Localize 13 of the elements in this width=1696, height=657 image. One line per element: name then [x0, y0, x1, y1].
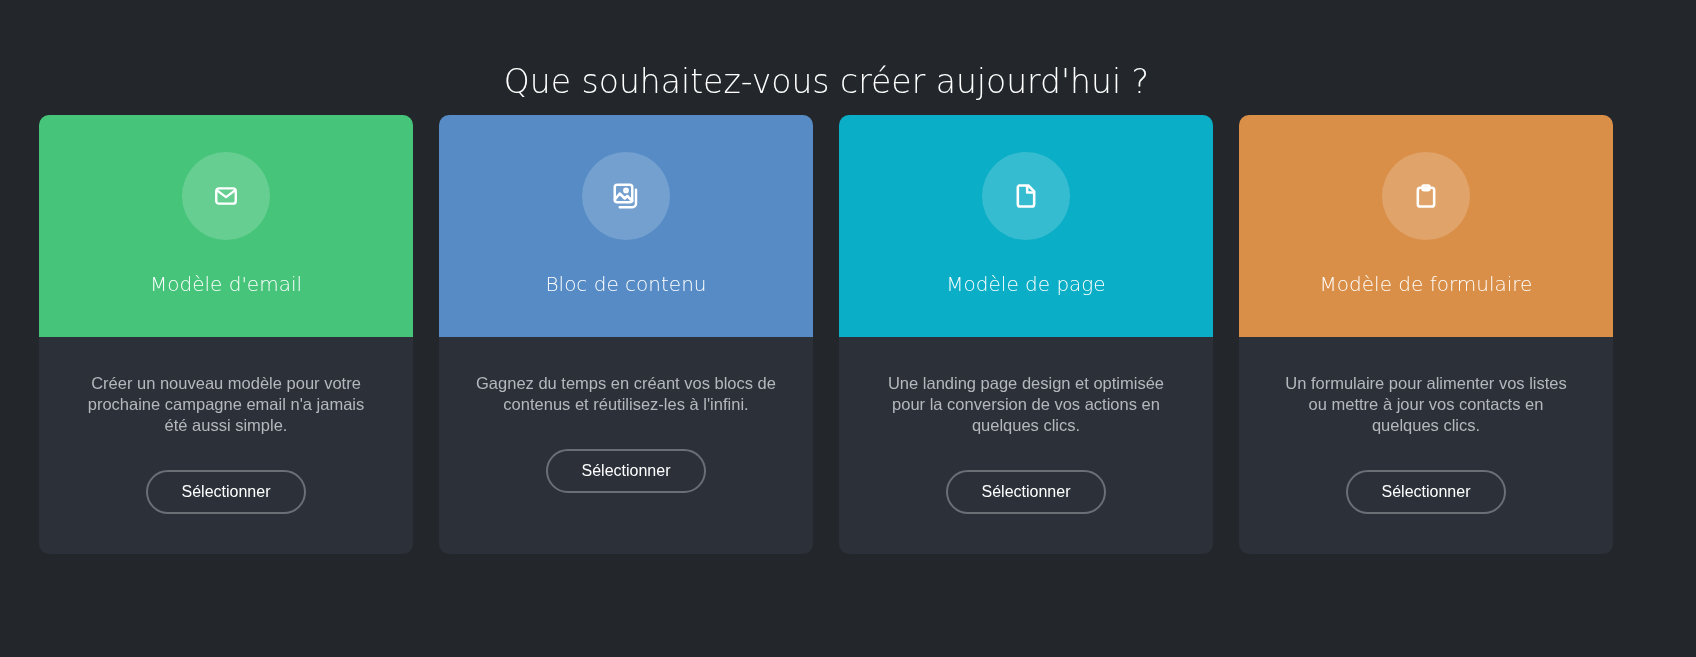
card-title: Modèle de page	[946, 272, 1106, 296]
card-title: Modèle d'email	[149, 272, 303, 296]
card-description: Un formulaire pour alimenter vos listes ou mettre à jour vos contacts en quelques clics.	[1284, 373, 1568, 436]
card-description: Créer un nouveau modèle pour votre prochaine campagne email n'a jamais été aussi simple.	[86, 373, 366, 436]
select-button[interactable]: Sélectionner	[546, 449, 706, 493]
page-heading: Que souhaitez-vous créer aujourd'hui ?	[502, 61, 1151, 103]
select-button[interactable]: Sélectionner	[1346, 470, 1506, 514]
card-description: Gagnez du temps en créant vos blocs de contenus et réutilisez-les à l'infini.	[476, 373, 776, 415]
card-title: Bloc de contenu	[545, 272, 707, 296]
card-description: Une landing page design et optimisée pour la conversion de vos actions en quelques clics.	[886, 373, 1166, 436]
select-button[interactable]: Sélectionner	[146, 470, 306, 514]
card-title: Modèle de formulaire	[1319, 272, 1533, 296]
select-button[interactable]: Sélectionner	[946, 470, 1106, 514]
